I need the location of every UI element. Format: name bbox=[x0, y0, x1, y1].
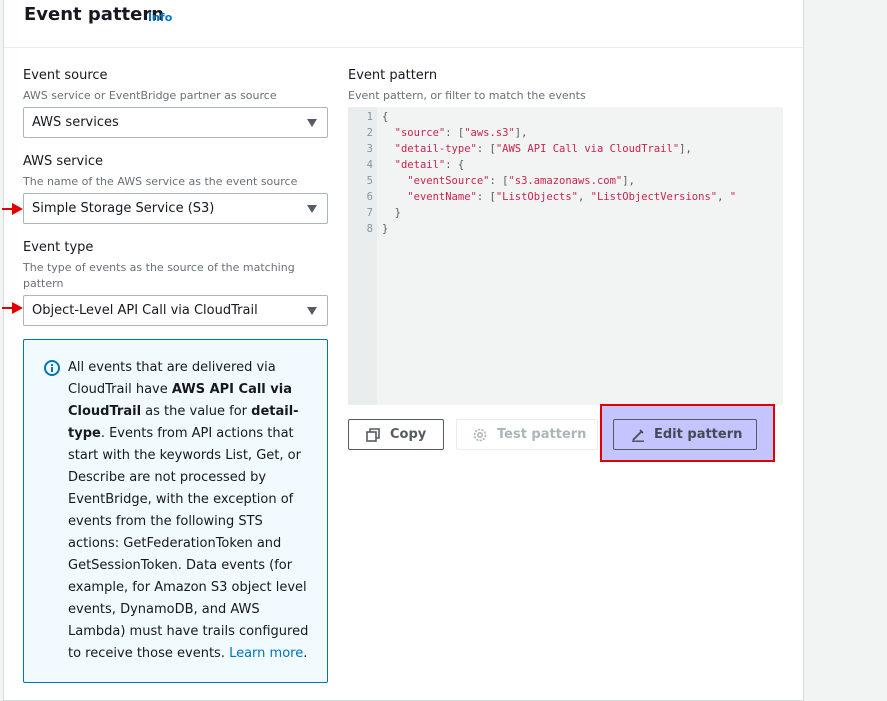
event-type-description-line1: The type of events as the source of the … bbox=[23, 261, 295, 274]
alert-line: GetSessionToken. Data events (for bbox=[68, 558, 293, 573]
line-number: 4 bbox=[366, 159, 373, 171]
copy-button[interactable]: Copy bbox=[348, 419, 444, 450]
alert-line: All events that are delivered via bbox=[68, 360, 276, 375]
event-type-label: Event type bbox=[23, 240, 94, 255]
info-icon bbox=[44, 360, 60, 376]
code-line: 6 "eventName": ["ListObjects", "ListObje… bbox=[348, 189, 783, 205]
alert-line: example, for Amazon S3 object level bbox=[68, 580, 307, 595]
alert-line: CloudTrail have AWS API Call via bbox=[68, 379, 313, 401]
alert-text: to receive those events. bbox=[68, 646, 230, 661]
alert-text: . Events from API actions that bbox=[100, 426, 294, 441]
line-number: 8 bbox=[366, 223, 373, 235]
alert-text: CloudTrail have bbox=[68, 382, 172, 397]
caret-down-icon bbox=[307, 119, 317, 127]
alert-line: EventBridge, with the exception of bbox=[68, 492, 294, 507]
alert-bold: type bbox=[68, 426, 101, 441]
copy-button-label: Copy bbox=[390, 427, 427, 442]
line-number: 6 bbox=[366, 191, 373, 203]
line-number: 3 bbox=[366, 143, 373, 155]
alert-bold: CloudTrail bbox=[68, 404, 142, 419]
code-text: } bbox=[382, 207, 401, 219]
alert-line: start with the keywords List, Get, or bbox=[68, 448, 301, 463]
code-line: 3 "detail-type": ["AWS API Call via Clou… bbox=[348, 141, 783, 157]
alert-bold: AWS API Call via bbox=[171, 382, 292, 397]
code-line: 5 "eventSource": ["s3.amazonaws.com"], bbox=[348, 173, 783, 189]
code-text: { bbox=[382, 111, 389, 123]
info-link[interactable]: Info bbox=[148, 11, 172, 24]
code-text: "eventSource": ["s3.amazonaws.com"], bbox=[407, 175, 635, 187]
event-type-description-line2: pattern bbox=[23, 277, 64, 290]
aws-service-value: Simple Storage Service (S3) bbox=[32, 201, 215, 216]
edit-pattern-button-label: Edit pattern bbox=[654, 427, 743, 442]
alert-line: to receive those events. Learn more. bbox=[68, 643, 313, 665]
aws-service-description: The name of the AWS service as the event… bbox=[23, 175, 298, 188]
alert-line: events, DynamoDB, and AWS bbox=[68, 602, 260, 617]
panel-title: Event pattern bbox=[24, 4, 165, 25]
code-text: } bbox=[382, 223, 389, 235]
aws-service-label: AWS service bbox=[23, 154, 103, 169]
copy-icon bbox=[366, 428, 380, 442]
event-source-label: Event source bbox=[23, 68, 108, 83]
code-line: 1{ bbox=[348, 109, 783, 125]
learn-more-link[interactable]: Learn more bbox=[229, 646, 303, 661]
alert-bold: detail- bbox=[251, 404, 299, 419]
event-source-value: AWS services bbox=[32, 115, 119, 130]
code-text: "detail-type": ["AWS API Call via CloudT… bbox=[394, 143, 692, 155]
alert-text: . bbox=[303, 646, 308, 661]
red-arrow-icon bbox=[2, 203, 23, 215]
code-line: 7 } bbox=[348, 205, 783, 221]
pencil-icon bbox=[632, 429, 644, 442]
gear-icon bbox=[473, 428, 487, 442]
line-number: 5 bbox=[366, 175, 373, 187]
alert-line: Describe are not processed by bbox=[68, 470, 267, 485]
event-pattern-code-editor[interactable]: 1{2 "source": ["aws.s3"], 3 "detail-type"… bbox=[348, 107, 783, 405]
alert-line: actions: GetFederationToken and bbox=[68, 536, 282, 551]
red-arrow-icon bbox=[2, 302, 23, 314]
info-alert-text: All events that are delivered via CloudT… bbox=[68, 357, 313, 665]
alert-line: events from the following STS bbox=[68, 514, 263, 529]
alert-line: Lambda) must have trails configured bbox=[68, 624, 309, 639]
event-type-select[interactable]: Object-Level API Call via CloudTrail bbox=[23, 295, 328, 326]
event-type-value: Object-Level API Call via CloudTrail bbox=[32, 303, 258, 318]
code-line: 8} bbox=[348, 221, 783, 237]
code-line: 4 "detail": { bbox=[348, 157, 783, 173]
test-pattern-button[interactable]: Test pattern bbox=[456, 419, 598, 450]
edit-pattern-button[interactable]: Edit pattern bbox=[613, 419, 757, 450]
event-source-description: AWS service or EventBridge partner as so… bbox=[23, 89, 277, 102]
event-pattern-label: Event pattern bbox=[348, 68, 438, 83]
line-number: 2 bbox=[366, 127, 373, 139]
alert-line: CloudTrail as the value for detail- bbox=[68, 401, 313, 423]
code-text: "eventName": ["ListObjects", "ListObject… bbox=[407, 191, 737, 203]
event-pattern-description: Event pattern, or filter to match the ev… bbox=[348, 89, 586, 102]
caret-down-icon bbox=[307, 307, 317, 315]
code-line: 2 "source": ["aws.s3"], bbox=[348, 125, 783, 141]
line-number: 1 bbox=[366, 111, 373, 123]
code-text: "source": ["aws.s3"], bbox=[394, 127, 528, 139]
panel-header: Event pattern Info bbox=[4, 0, 803, 48]
info-alert: All events that are delivered via CloudT… bbox=[23, 339, 328, 683]
caret-down-icon bbox=[307, 205, 317, 213]
aws-service-select[interactable]: Simple Storage Service (S3) bbox=[23, 193, 328, 224]
event-source-select[interactable]: AWS services bbox=[23, 107, 328, 138]
code-text: "detail": { bbox=[394, 159, 465, 171]
alert-line: type. Events from API actions that bbox=[68, 423, 313, 445]
line-number: 7 bbox=[366, 207, 373, 219]
alert-text: as the value for bbox=[141, 404, 252, 419]
test-pattern-button-label: Test pattern bbox=[497, 427, 587, 442]
